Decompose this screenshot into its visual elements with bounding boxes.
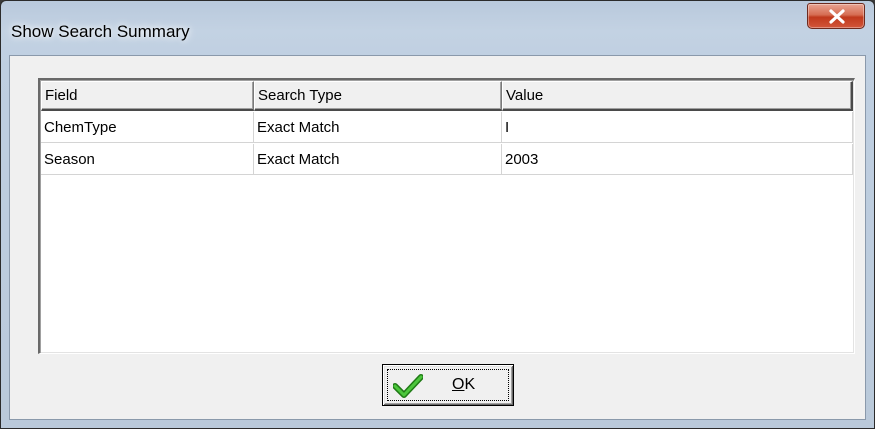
dialog-window: Show Search Summary Field Search Type Va… [0,0,875,429]
cell-value[interactable]: 2003 [502,144,853,175]
ok-label-rest: K [464,376,476,393]
cell-search-type[interactable]: Exact Match [254,144,502,175]
grid-header-row: Field Search Type Value [41,81,853,111]
cell-field[interactable]: Season [41,144,254,175]
close-x-icon [829,9,845,24]
checkmark-icon [393,374,423,398]
title-bar[interactable]: Show Search Summary [1,1,874,55]
table-row[interactable]: Season Exact Match 2003 [41,144,853,175]
ok-button-label: OK [452,376,475,394]
cell-search-type[interactable]: Exact Match [254,112,502,143]
window-title: Show Search Summary [11,22,190,41]
ok-button[interactable]: OK [382,364,514,406]
table-row[interactable]: ChemType Exact Match I [41,112,853,143]
close-button[interactable] [807,3,865,29]
column-header-field[interactable]: Field [41,81,254,111]
column-header-search-type[interactable]: Search Type [254,81,502,111]
search-summary-grid[interactable]: Field Search Type Value ChemType Exact M… [38,78,855,354]
column-header-value[interactable]: Value [502,81,853,111]
ok-mnemonic-letter: O [452,376,465,393]
grid-inner: Field Search Type Value ChemType Exact M… [40,80,854,353]
cell-field[interactable]: ChemType [41,112,254,143]
cell-value[interactable]: I [502,112,853,143]
dialog-client-area: Field Search Type Value ChemType Exact M… [9,55,866,420]
